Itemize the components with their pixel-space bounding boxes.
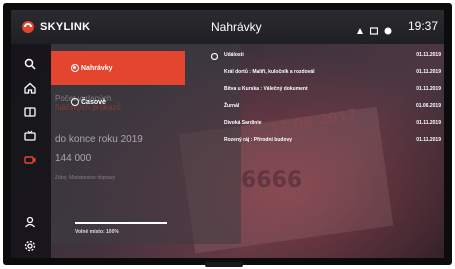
event-title: Žurnál (224, 103, 240, 109)
list-item[interactable]: Žurnál 01.06.2019 (211, 103, 441, 115)
event-title: Bitva u Kurska : Válečný dokument (224, 86, 308, 92)
event-date: 01.11.2019 (416, 120, 441, 126)
event-date: 01.06.2019 (415, 103, 441, 109)
network-icon (384, 22, 392, 40)
sidebar (11, 44, 51, 258)
free-space-label: Volné místo: 100% (75, 229, 119, 235)
recordings-icon[interactable] (22, 152, 38, 168)
tv-icon[interactable] (22, 128, 38, 144)
list-item[interactable]: Bitva u Kurska : Válečný dokument 01.11.… (211, 86, 441, 98)
page-title: Nahrávky (211, 20, 262, 34)
sort-option-label: Časově (81, 98, 106, 106)
background-caption-3: do konce roku 2019 (55, 134, 143, 145)
skylink-logo-icon (22, 21, 34, 33)
sort-option-recordings[interactable]: Nahrávky (51, 51, 185, 85)
search-icon[interactable] (22, 56, 38, 72)
guide-icon[interactable] (22, 104, 38, 120)
home-icon[interactable] (22, 80, 38, 96)
radio-icon (211, 53, 218, 60)
list-item[interactable]: Král dortů : Malíři, kuločník a rozdovál… (211, 69, 441, 81)
tv-screen: 6666 12.06.2017 SKYLINK Nahrávky 19:37 P… (11, 10, 444, 258)
record-icon (356, 22, 364, 40)
brand-logo: SKYLINK (21, 20, 90, 34)
event-title: Divoká Sardinie (224, 120, 262, 126)
list-item[interactable]: Divoká Sardinie 01.11.2019 (211, 120, 441, 132)
free-space-bar (75, 222, 167, 224)
event-title: Rozený ráj : Přírodní budovy (224, 137, 293, 143)
events-header-date: 01.11.2019 (416, 52, 441, 58)
background-caption-5: Zdroj: Ministerstvo dopravy (55, 175, 116, 181)
events-header-label: Události (224, 52, 244, 58)
event-date: 01.11.2019 (416, 137, 441, 143)
free-space-fill (75, 222, 167, 224)
event-date: 01.11.2019 (416, 86, 441, 92)
status-icons (356, 22, 392, 40)
background-number: 6666 (241, 168, 303, 193)
user-icon[interactable] (22, 214, 38, 230)
brand-name: SKYLINK (40, 21, 91, 33)
settings-icon[interactable] (22, 238, 38, 254)
clock-icon (71, 98, 79, 106)
events-header[interactable]: Události 01.11.2019 (211, 52, 441, 64)
radio-selected-icon (71, 64, 79, 72)
tv-stand (205, 262, 243, 267)
event-title: Král dortů : Malíři, kuločník a rozdovál (224, 69, 315, 75)
screen-icon (369, 22, 379, 40)
top-bar: SKYLINK Nahrávky 19:37 (11, 10, 444, 44)
clock: 19:37 (408, 19, 439, 33)
event-date: 01.11.2019 (416, 69, 441, 75)
background-caption-4: 144 000 (55, 153, 92, 164)
sort-option-time[interactable]: Časově (51, 85, 185, 119)
list-item[interactable]: Rozený ráj : Přírodní budovy 01.11.2019 (211, 137, 441, 149)
sort-option-label: Nahrávky (81, 64, 113, 72)
